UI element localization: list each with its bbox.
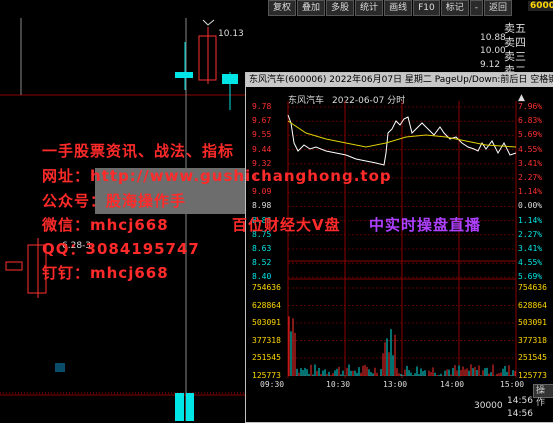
pct-axis-label: 4.55% bbox=[518, 144, 543, 154]
pct-axis-label: 3.41% bbox=[518, 158, 543, 168]
pct-axis-label: 2.27% bbox=[518, 173, 543, 182]
price-axis-label: 8.40 bbox=[252, 272, 272, 282]
time-1300: 13:00 bbox=[383, 380, 408, 389]
watermark-live: 中实时操盘直播 bbox=[369, 216, 482, 234]
price-axis-label: 8.98 bbox=[252, 201, 272, 211]
pct-axis-label: 0.00% bbox=[518, 201, 543, 211]
candle-up-1 bbox=[198, 27, 217, 84]
volume-axis-label-right: 628864 bbox=[518, 300, 547, 310]
bottom-volume: 30000 bbox=[474, 401, 503, 411]
price-axis-label: 9.78 bbox=[252, 102, 272, 111]
pct-axis-label: 5.69% bbox=[518, 272, 543, 282]
price-axis-label: 9.44 bbox=[252, 144, 272, 154]
volume-axis-label: 377318 bbox=[252, 335, 281, 345]
pct-axis-label: 6.83% bbox=[518, 116, 543, 126]
price-axis-label: 8.63 bbox=[252, 244, 272, 253]
volume-axis-label: 503091 bbox=[252, 318, 281, 327]
watermark-url: 网址：http://www.gushichanghong.top bbox=[42, 167, 392, 185]
time-0930: 09:30 bbox=[260, 380, 285, 389]
bottom-time-2: 14:56 bbox=[507, 409, 533, 419]
volume-axis-label-right: 754636 bbox=[518, 283, 547, 292]
volume-axis-label: 628864 bbox=[252, 300, 281, 310]
volume-axis-label-right: 125773 bbox=[518, 370, 547, 380]
candle-up-2 bbox=[5, 261, 23, 271]
price-level-3: 9.12 bbox=[480, 60, 501, 70]
watermark-dav: 百位财经大V盘 bbox=[232, 216, 341, 234]
watermark-wechat-public: 公众号：股海操作手 bbox=[42, 192, 187, 210]
pct-axis-label: 3.41% bbox=[518, 244, 543, 253]
price-axis-label: 9.55 bbox=[252, 130, 272, 140]
high-price-label: 10.13 bbox=[218, 29, 244, 39]
volume-axis-label-right: 503091 bbox=[518, 318, 547, 327]
volume-axis-label: 754636 bbox=[252, 283, 281, 292]
pct-axis-label: 7.96% bbox=[518, 102, 543, 111]
volume-axis-label-right: 377318 bbox=[518, 335, 547, 345]
intraday-popup[interactable]: 东风汽车(600006) 2022年06月07日 星期二 PageUp/Down… bbox=[245, 72, 553, 423]
pct-axis-label: 5.69% bbox=[518, 130, 543, 140]
watermark-qq: QQ：3084195747 bbox=[42, 240, 200, 258]
candle-down-1 bbox=[175, 42, 193, 90]
operate-button[interactable]: 操作 bbox=[533, 384, 553, 408]
volume-axis-label-right: 251545 bbox=[518, 353, 547, 362]
price-axis-label: 9.09 bbox=[252, 187, 272, 197]
time-1400: 14:00 bbox=[440, 380, 465, 389]
price-axis-label: 8.52 bbox=[252, 258, 272, 268]
pct-axis-label: 1.14% bbox=[518, 187, 543, 197]
intraday-chart bbox=[287, 101, 517, 378]
volume-axis-label: 125773 bbox=[252, 370, 281, 380]
watermark-dingding: 钉钉：mhcj668 bbox=[42, 264, 169, 282]
pct-axis-label: 4.55% bbox=[518, 258, 543, 268]
bottom-time-1: 14:56 bbox=[507, 396, 533, 406]
time-1030: 10:30 bbox=[326, 380, 351, 389]
price-level-1: 10.88 bbox=[480, 33, 506, 43]
price-level-2: 10.00 bbox=[480, 46, 506, 56]
time-1500: 15:00 bbox=[500, 380, 525, 389]
candle-down-2 bbox=[222, 72, 238, 110]
volume-axis-label: 251545 bbox=[252, 353, 281, 362]
watermark-line1: 一手股票资讯、战法、指标 bbox=[42, 142, 235, 160]
pct-axis-label: 1.14% bbox=[518, 215, 543, 225]
price-axis-label: 9.67 bbox=[252, 116, 272, 126]
watermark-wechat: 微信：mhcj668 bbox=[42, 216, 169, 234]
pct-axis-label: 2.27% bbox=[518, 229, 543, 239]
volume-bars bbox=[175, 393, 194, 421]
